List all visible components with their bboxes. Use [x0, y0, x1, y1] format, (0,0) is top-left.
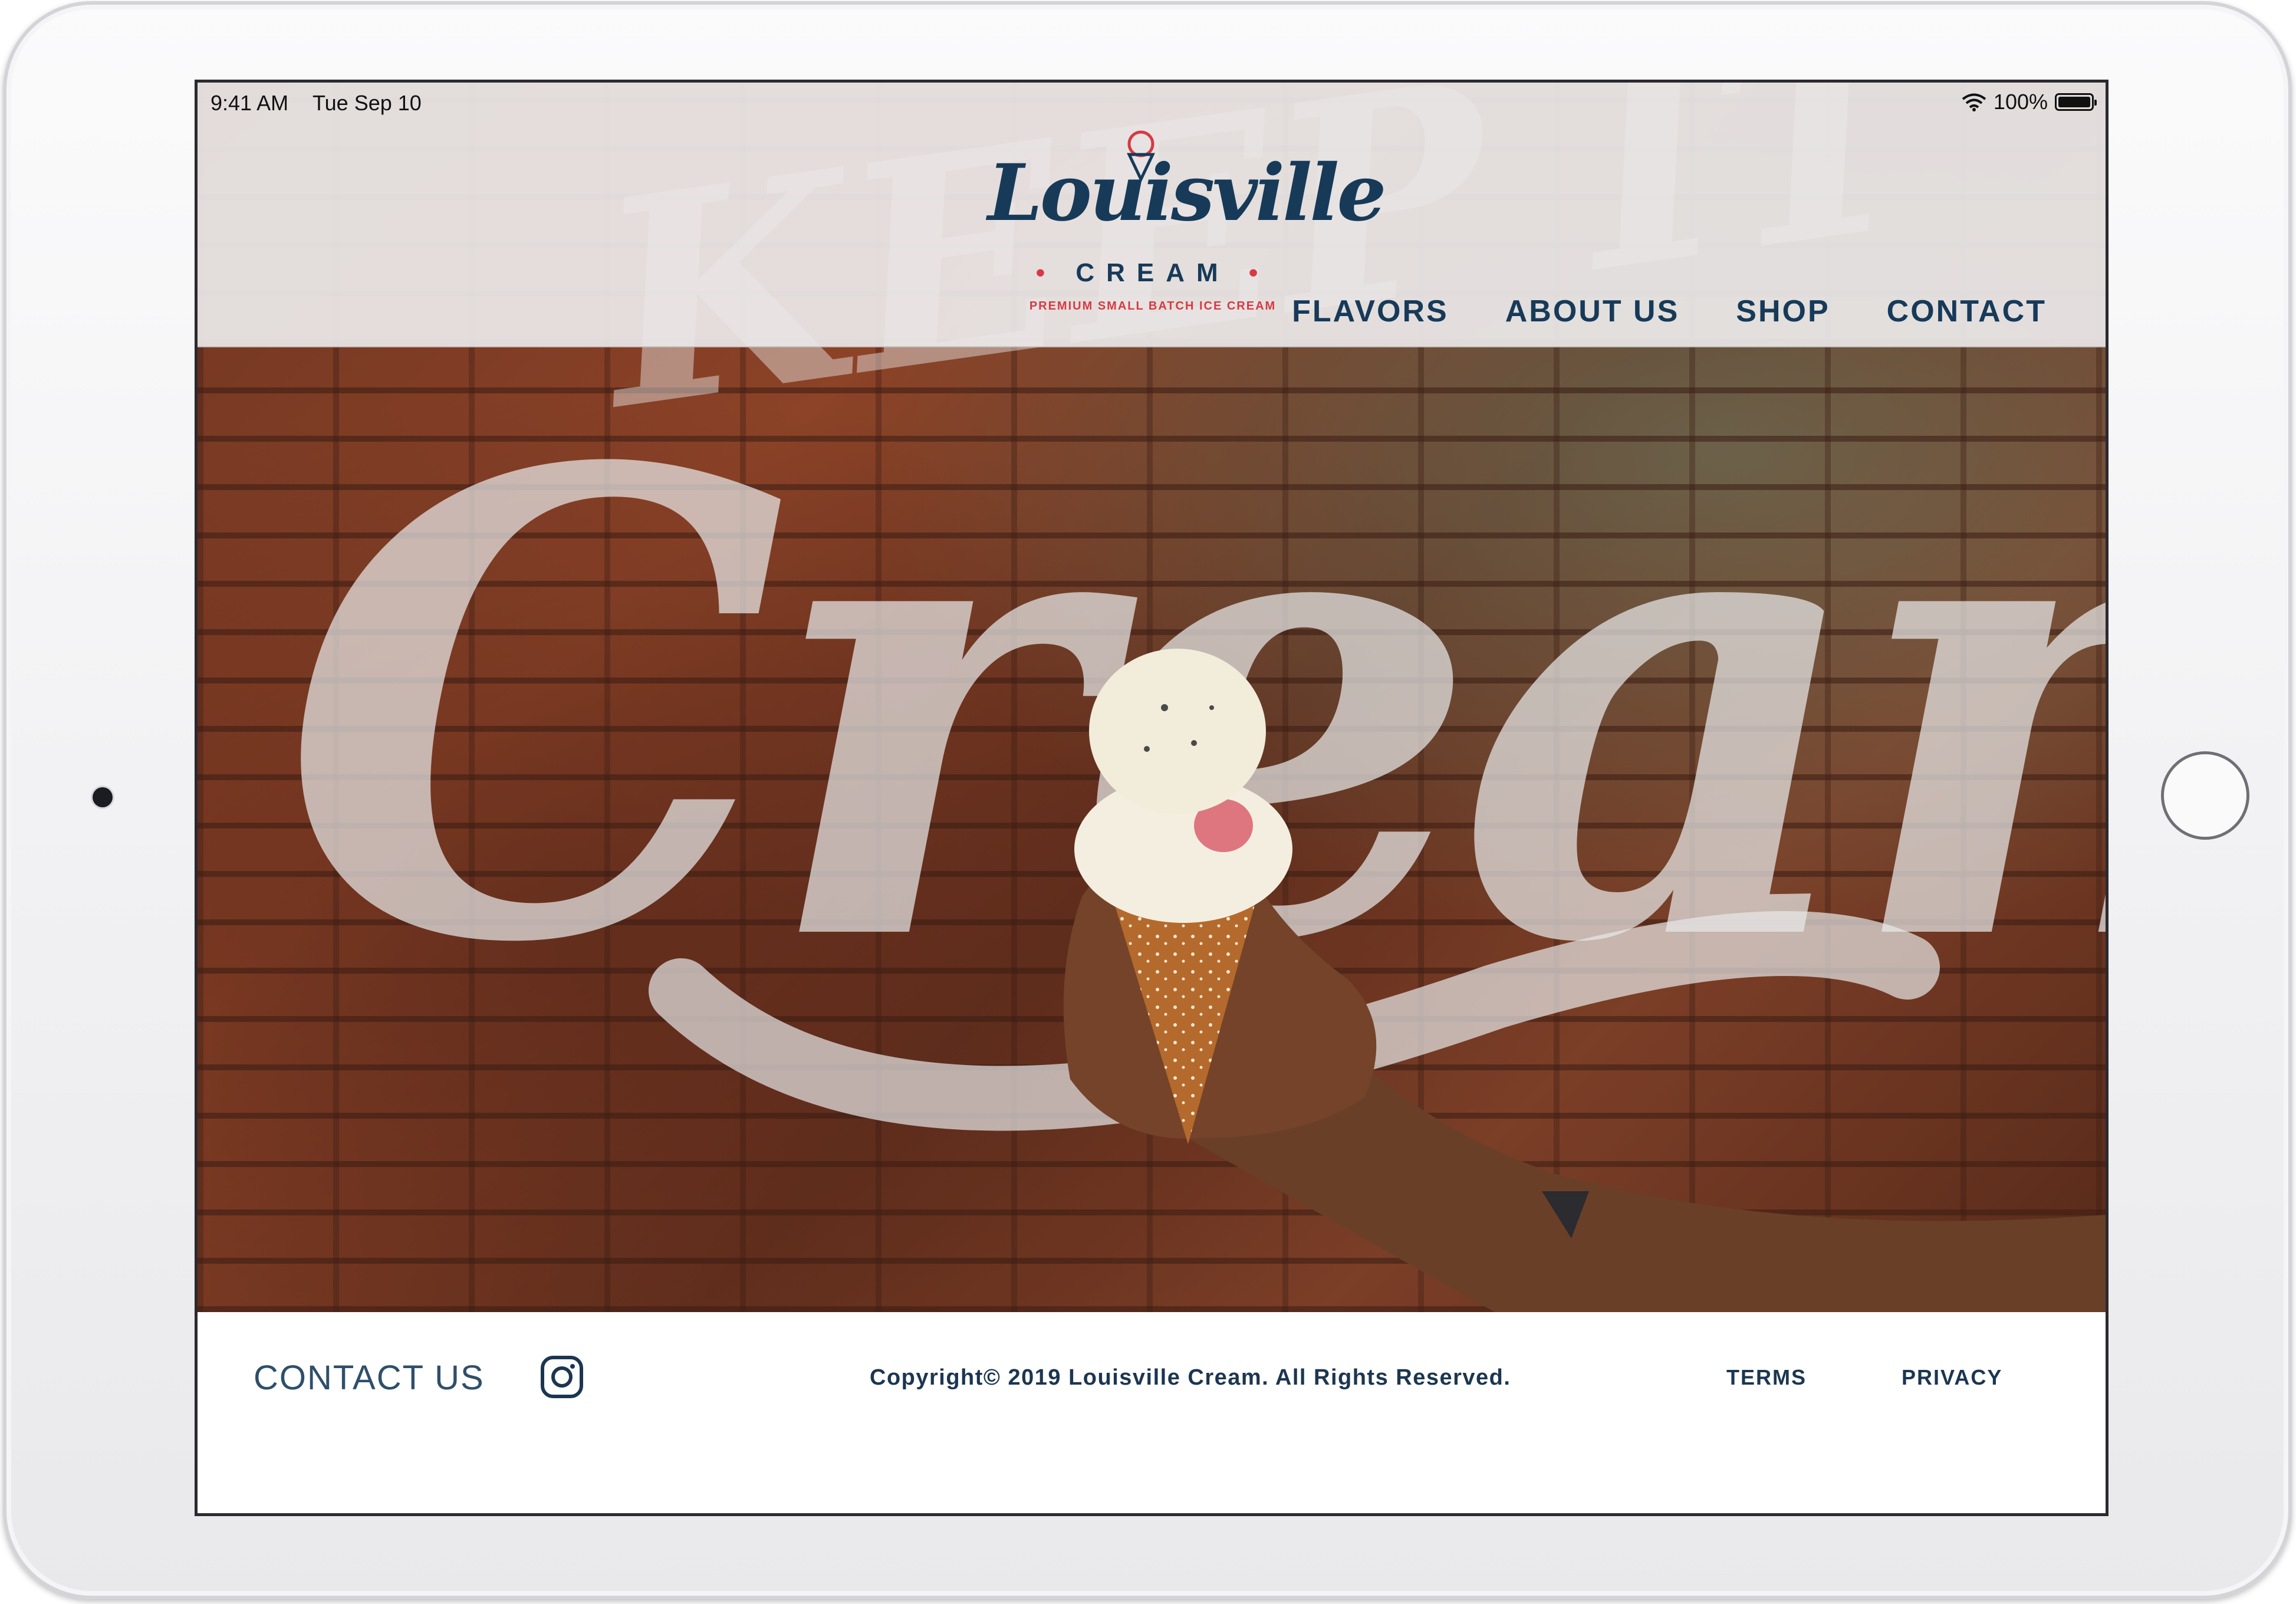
nav-contact[interactable]: CONTACT	[1887, 294, 2047, 329]
ipad-frame: KEEP IT Creamy	[3, 1, 2292, 1599]
main-nav: FLAVORS ABOUT US SHOP CONTACT	[1292, 294, 2047, 329]
site-footer: CONTACT US Copyright© 2019 Louisville Cr…	[198, 1312, 2106, 1513]
site-header: Louisville • CREAM • PREMIUM SMALL BATCH…	[198, 83, 2106, 347]
footer-contact-link[interactable]: CONTACT US	[254, 1358, 485, 1398]
status-bar: 9:41 AM Tue Sep 10 100%	[198, 83, 2106, 118]
logo-script: Louisville	[988, 147, 1386, 239]
logo-dot-left: •	[1035, 258, 1057, 287]
battery-percent: 100%	[1993, 90, 2048, 114]
copyright-text: Copyright© 2019 Louisville Cream. All Ri…	[870, 1365, 1511, 1390]
logo-tagline: PREMIUM SMALL BATCH ICE CREAM	[1029, 300, 1277, 313]
status-date: Tue Sep 10	[313, 91, 422, 115]
home-button[interactable]	[2161, 751, 2249, 840]
wifi-icon	[1962, 93, 1986, 111]
battery-fill	[2058, 97, 2090, 107]
nav-flavors[interactable]: FLAVORS	[1292, 294, 1449, 329]
instagram-icon[interactable]	[540, 1355, 584, 1399]
status-time: 9:41 AM	[210, 91, 289, 115]
status-right: 100%	[1962, 90, 2097, 114]
nav-about-us[interactable]: ABOUT US	[1505, 294, 1680, 329]
terms-link[interactable]: TERMS	[1726, 1365, 1807, 1390]
privacy-link[interactable]: PRIVACY	[1902, 1365, 2002, 1390]
logo-wordmark: • CREAM •	[988, 258, 1318, 288]
front-camera	[93, 787, 113, 807]
logo-word: CREAM	[1075, 258, 1230, 287]
nav-shop[interactable]: SHOP	[1736, 294, 1830, 329]
screen: KEEP IT Creamy	[195, 80, 2108, 1516]
site-logo[interactable]: Louisville • CREAM • PREMIUM SMALL BATCH…	[988, 130, 1386, 336]
logo-dot-right: •	[1248, 258, 1270, 287]
battery-icon	[2055, 93, 2097, 111]
